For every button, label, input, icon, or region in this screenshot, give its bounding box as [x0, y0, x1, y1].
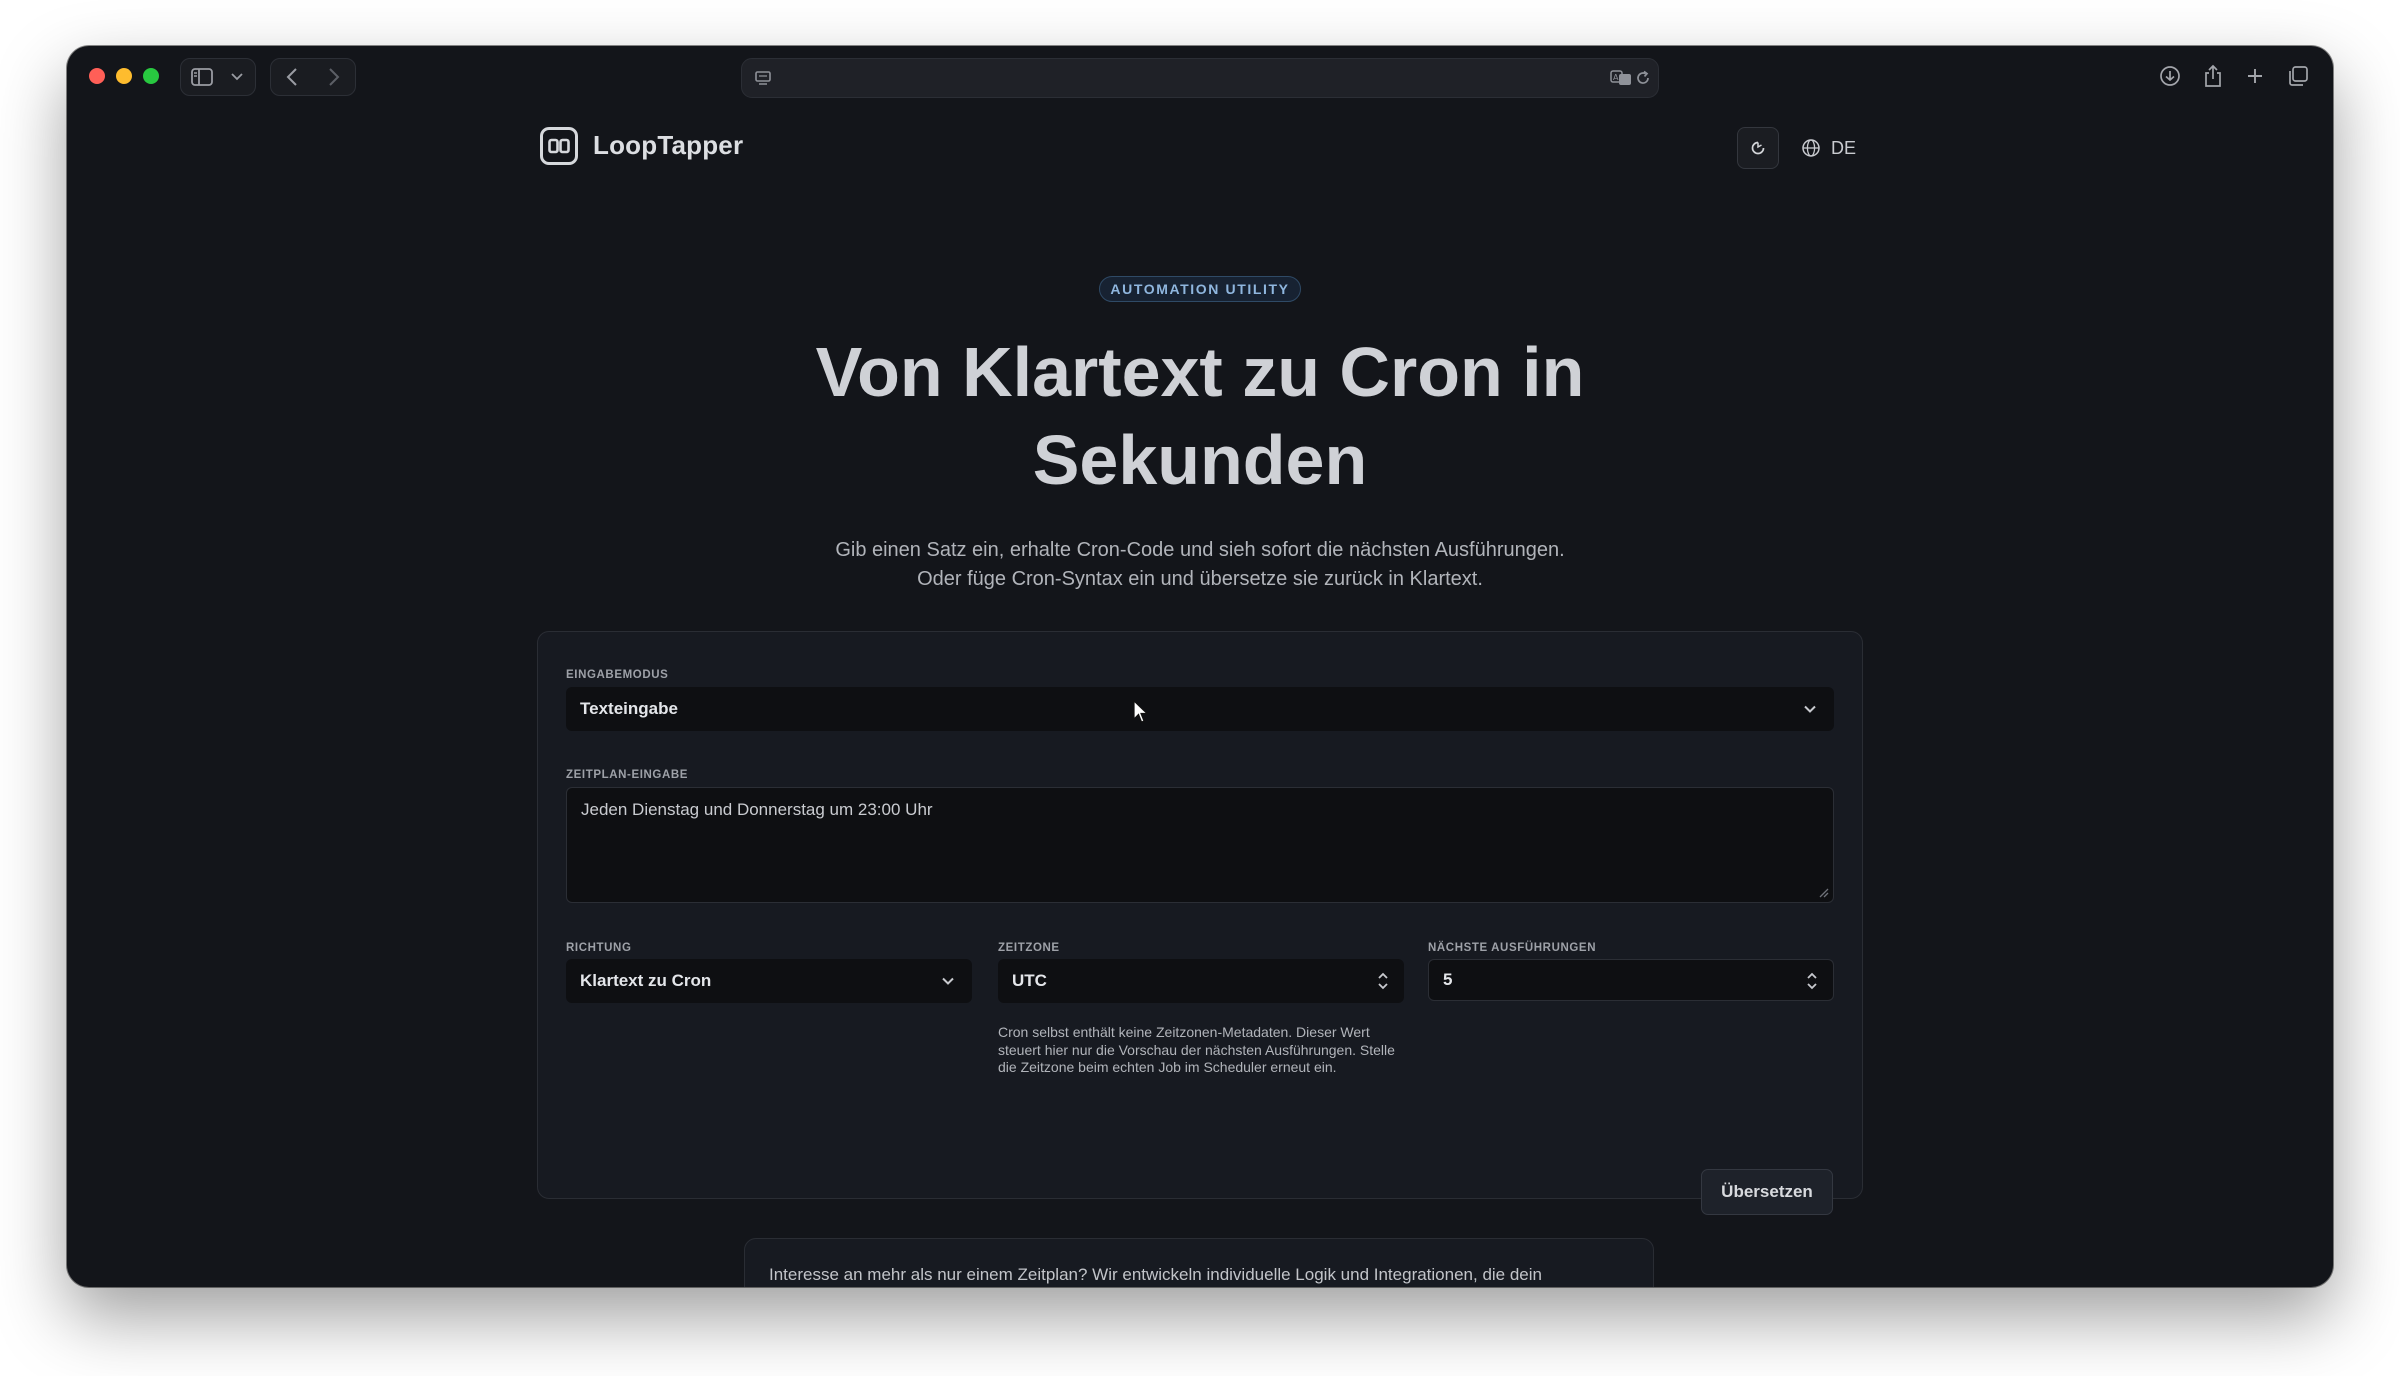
chevron-down-icon — [231, 73, 243, 81]
chevron-right-icon — [329, 68, 340, 86]
mouse-cursor-icon — [1133, 700, 1149, 723]
translate-icon: A — [1610, 70, 1631, 85]
theme-toggle-icon — [1751, 141, 1765, 155]
timezone-help-text: Cron selbst enthält keine Zeitzonen-Meta… — [998, 1024, 1395, 1075]
chevron-down-icon — [942, 977, 954, 985]
translate-submit-button[interactable]: Übersetzen — [1701, 1169, 1833, 1215]
input-mode-label: EINGABEMODUS — [566, 669, 669, 681]
address-bar[interactable]: A — [741, 58, 1659, 98]
tabs-icon — [2289, 66, 2308, 86]
back-button[interactable] — [271, 59, 313, 95]
navigation-group — [270, 58, 356, 96]
direction-value: Klartext zu Cron — [580, 971, 712, 990]
schedule-input-label: ZEITPLAN-EINGABE — [566, 769, 689, 781]
timezone-select[interactable]: UTC — [998, 959, 1404, 1003]
language-switcher[interactable]: DE — [1801, 134, 1856, 162]
up-down-chevron-icon — [1378, 972, 1388, 990]
brand-name[interactable]: LoopTapper — [593, 130, 743, 161]
forward-button[interactable] — [313, 59, 355, 95]
plus-icon — [2248, 69, 2262, 83]
reader-icon — [755, 71, 771, 85]
translate-button[interactable]: A — [1610, 67, 1632, 89]
input-mode-value: Texteingabe — [580, 699, 678, 718]
next-runs-value: 5 — [1443, 970, 1453, 989]
category-badge: AUTOMATION UTILITY — [1099, 276, 1301, 302]
reload-icon — [1637, 70, 1649, 84]
globe-icon — [1802, 139, 1820, 157]
next-runs-stepper[interactable]: 5 — [1428, 959, 1834, 1001]
sidebar-toggle-button[interactable] — [181, 59, 223, 95]
downloads-button[interactable] — [2154, 60, 2186, 92]
converter-form-card: EINGABEMODUS Texteingabe ZEITPLAN-EINGAB… — [537, 631, 1863, 1215]
loop-logo-icon — [548, 138, 570, 154]
up-down-chevron-icon[interactable] — [1805, 970, 1819, 992]
zoom-window-button[interactable] — [143, 68, 159, 84]
download-icon — [2160, 66, 2180, 86]
close-window-button[interactable] — [89, 68, 105, 84]
browser-window: A LoopTapper DE AUTOMATION UTILITY Von K… — [67, 46, 2333, 1287]
page-title: Von Klartext zu Cron in Sekunden — [815, 333, 1585, 499]
reload-button[interactable] — [1635, 67, 1653, 89]
promo-card: Interesse an mehr als nur einem Zeitplan… — [744, 1238, 1654, 1287]
page-subtitle: Gib einen Satz ein, erhalte Cron-Code un… — [700, 536, 1700, 594]
chevron-left-icon — [286, 68, 297, 86]
timezone-value: UTC — [1012, 971, 1047, 990]
input-mode-select[interactable]: Texteingabe — [566, 687, 1834, 731]
direction-select[interactable]: Klartext zu Cron — [566, 959, 972, 1003]
brand-logo-icon[interactable] — [540, 127, 578, 165]
sidebar-icon — [191, 68, 213, 86]
next-runs-label: NÄCHSTE AUSFÜHRUNGEN — [1428, 942, 1597, 954]
sidebar-toggle-group — [180, 58, 256, 96]
subtitle-line-2: Oder füge Cron-Syntax ein und übersetze … — [917, 568, 1483, 590]
browser-toolbar: A — [67, 46, 2333, 106]
new-tab-button[interactable] — [2239, 60, 2271, 92]
tab-overview-button[interactable] — [2282, 60, 2314, 92]
subtitle-line-1: Gib einen Satz ein, erhalte Cron-Code un… — [835, 539, 1565, 561]
resize-handle-icon[interactable] — [1817, 886, 1829, 898]
minimize-window-button[interactable] — [116, 68, 132, 84]
schedule-text: Jeden Dienstag und Donnerstag um 23:00 U… — [581, 800, 933, 819]
language-code: DE — [1831, 137, 1857, 158]
chevron-down-icon — [1804, 705, 1816, 713]
share-icon — [2205, 64, 2221, 87]
direction-label: RICHTUNG — [566, 942, 632, 954]
share-button[interactable] — [2197, 60, 2229, 92]
schedule-textarea[interactable]: Jeden Dienstag und Donnerstag um 23:00 U… — [566, 787, 1834, 903]
timezone-label: ZEITZONE — [998, 942, 1060, 954]
theme-toggle-button[interactable] — [1737, 127, 1779, 169]
reader-mode-button[interactable] — [752, 67, 774, 89]
svg-text:A: A — [1613, 73, 1619, 82]
promo-text: Interesse an mehr als nur einem Zeitplan… — [769, 1265, 1542, 1284]
tab-group-menu-button[interactable] — [223, 59, 251, 95]
